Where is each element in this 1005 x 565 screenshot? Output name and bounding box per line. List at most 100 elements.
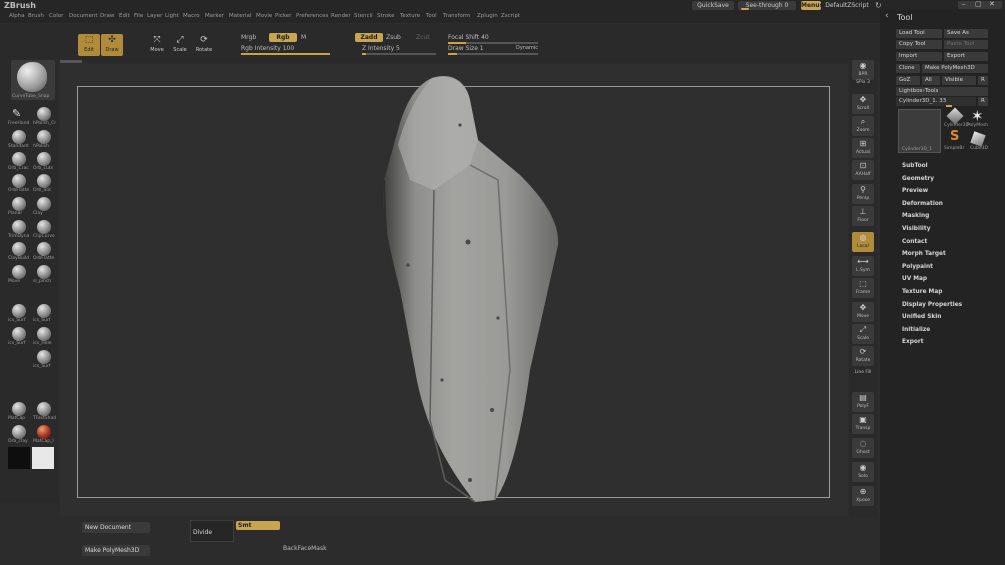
panel-back-icon[interactable]: ‹ [885,11,889,21]
tool-section-polypaint[interactable]: Polypaint [902,264,933,270]
brush-slot[interactable]: TFastShad [33,402,56,422]
tool-section-deformation[interactable]: Deformation [902,201,943,207]
menu-marker[interactable]: Marker [205,13,224,19]
brush-slot[interactable]: Orb_cuts [33,152,55,172]
view-button-aahalf[interactable]: ⊡ AAHalf [852,160,874,180]
visible-button[interactable]: Visible [942,76,976,85]
copy-tool-button[interactable]: Copy Tool [896,40,942,49]
all-button[interactable]: All [922,76,940,85]
brush-slot[interactable]: OrbFlatte [33,242,55,262]
tool-thumb-cube[interactable]: Cube3D [967,131,989,154]
z-intensity-slider[interactable] [362,53,436,55]
brush-slot[interactable]: ics_Hole [33,327,55,347]
zadd-button[interactable]: Zadd [355,33,383,42]
brush-slot[interactable]: ✎ FreeHand [8,107,30,127]
brush-slot[interactable]: Orb_Crac [8,152,30,172]
tool-section-display-properties[interactable]: Display Properties [902,302,962,308]
menu-brush[interactable]: Brush [28,13,44,19]
brush-slot[interactable]: Orb_clay [8,425,30,445]
menu-preferences[interactable]: Preferences [296,13,328,19]
zsub-button[interactable]: Zsub [386,34,401,41]
default-zscript-button[interactable]: DefaultZScript [823,1,871,10]
view-button-polyf[interactable]: ▤ PolyF [852,392,874,412]
import-button[interactable]: Import [896,52,942,61]
load-tool-button[interactable]: Load Tool [896,29,942,38]
brush-slot[interactable]: ClayBuild [8,242,30,262]
menu-macro[interactable]: Macro [183,13,200,19]
r-button[interactable]: R [978,76,988,85]
r-button-2[interactable]: R [978,97,988,106]
lightbox-tools-button[interactable]: Lightbox›Tools [896,87,988,96]
draw-size-slider[interactable] [448,53,538,55]
menu-tool[interactable]: Tool [426,13,437,19]
menu-transform[interactable]: Transform [443,13,470,19]
menu-movie[interactable]: Movie [256,13,272,19]
view-button-l-sym[interactable]: ⟷ L.Sym [852,256,874,276]
secondary-color-swatch[interactable] [32,447,54,469]
brush-slot[interactable]: ClipCurve [33,220,55,240]
maximize-icon[interactable]: ▢ [975,0,982,8]
close-icon[interactable]: ✕ [989,0,995,8]
menus-toggle[interactable]: Menus [801,1,823,10]
smt-toggle[interactable]: Smt [236,521,280,530]
tool-thumb-simplebrush[interactable]: S SimpleBr [944,129,966,154]
view-button-transp[interactable]: ▣ Transp [852,414,874,434]
view-button-persp[interactable]: ⚲ Persp [852,184,874,204]
export-button[interactable]: Export [944,52,988,61]
brush-slot[interactable]: ics_Surf [8,304,30,324]
view-button-frame[interactable]: ⬚ Frame [852,278,874,298]
rotate-button[interactable]: ⟳ Rotate [193,34,215,56]
current-brush-slot[interactable]: CurveTube_Snap [11,60,55,100]
view-button-zoom[interactable]: ⌕ Zoom [852,116,874,136]
goz-button[interactable]: GoZ [896,76,920,85]
view-button-line-fill[interactable]: Line Fill [852,370,874,380]
brush-slot[interactable]: Standard [8,130,30,150]
view-button-spix-3[interactable]: SPix 3 [852,80,874,90]
m-button[interactable]: M [301,34,306,41]
brush-slot[interactable]: hPolish [33,130,55,150]
edit-button[interactable]: ⬚ Edit [78,34,100,56]
view-button-xpose[interactable]: ⊕ Xpose [852,486,874,506]
menu-texture[interactable]: Texture [400,13,420,19]
brush-slot[interactable]: ics_Surf [8,327,30,347]
brush-slot[interactable]: MatCap [8,402,30,422]
quicksave-button[interactable]: QuickSave [692,1,734,10]
menu-zplugin[interactable]: Zplugin [477,13,498,19]
brush-slot[interactable]: sl_pinch [33,265,55,285]
tool-section-preview[interactable]: Preview [902,188,928,194]
brush-slot[interactable]: Orb_Slic [33,174,55,194]
canvas-scroll-handle[interactable] [60,60,82,63]
make-polymesh-button[interactable]: Make PolyMesh3D [922,64,988,73]
menu-picker[interactable]: Picker [275,13,291,19]
minimize-icon[interactable]: – [962,0,966,8]
sculpted-rock-model[interactable] [370,70,570,510]
tool-thumb-main[interactable]: Cylinder3D_1 [898,109,941,153]
tool-section-contact[interactable]: Contact [902,239,927,245]
tool-section-unified-skin[interactable]: Unified Skin [902,314,941,320]
save-as-button[interactable]: Save As [944,29,988,38]
move-button[interactable]: ⤧ Move [146,34,168,56]
menu-edit[interactable]: Edit [119,13,130,19]
make-polymesh-bottom-button[interactable]: Make PolyMesh3D [82,545,150,556]
brush-slot[interactable]: Clay [33,197,55,217]
tool-section-initialize[interactable]: Initialize [902,327,930,333]
clone-button[interactable]: Clone [896,64,920,73]
tool-section-uv-map[interactable]: UV Map [902,276,927,282]
tool-thumb-polymesh[interactable]: ✶ PolyMesh [967,107,989,132]
mrgb-button[interactable]: Mrgb [241,34,256,41]
paste-tool-button[interactable]: Paste Tool [944,40,988,49]
brush-slot[interactable]: MatCap_l [33,425,55,445]
zcut-button[interactable]: Zcut [416,34,430,41]
brush-slot[interactable]: hPolish_Cr [33,107,56,127]
menu-color[interactable]: Color [49,13,63,19]
primary-color-swatch[interactable] [8,447,30,469]
view-button-ghost[interactable]: ◌ Ghost [852,438,874,458]
view-button-rotate[interactable]: ⟳ Rotate [852,346,874,366]
view-button-move[interactable]: ✥ Move [852,302,874,322]
menu-zscript[interactable]: Zscript [501,13,520,19]
menu-document[interactable]: Document [69,13,98,19]
menu-file[interactable]: File [134,13,143,19]
brush-slot[interactable]: TrimDyna [8,220,30,240]
menu-layer[interactable]: Layer [147,13,162,19]
menu-alpha[interactable]: Alpha [9,13,25,19]
